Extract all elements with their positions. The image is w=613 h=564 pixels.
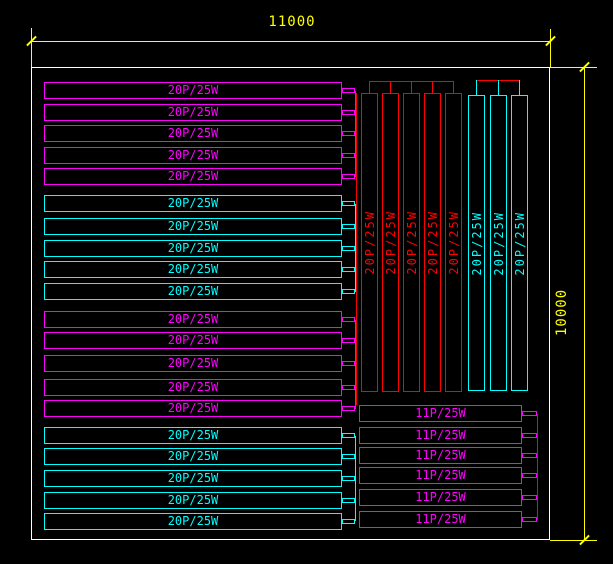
connector-stub <box>342 289 355 294</box>
panel-column-label: 20P/25W <box>363 210 377 275</box>
top-dimension-line <box>31 41 550 42</box>
connector-stub <box>522 495 537 500</box>
connector-stub <box>342 385 355 390</box>
connector-stub <box>522 473 537 478</box>
right-dimension-line <box>584 67 585 540</box>
panel-row-bar: 11P/25W <box>359 511 522 528</box>
string-bus-drop <box>369 81 370 93</box>
connector-stub <box>342 406 355 411</box>
connector-stub <box>342 361 355 366</box>
panel-row-bar: 20P/25W <box>44 492 342 509</box>
connector-stub <box>342 519 355 524</box>
panel-column-label: 20P/25W <box>405 210 419 275</box>
panel-row-bar: 20P/25W <box>44 379 342 396</box>
panel-row-bar: 20P/25W <box>44 427 342 444</box>
connector-stub <box>342 153 355 158</box>
connector-stub <box>342 267 355 272</box>
panel-row-bar: 20P/25W <box>44 355 342 372</box>
panel-row-bar: 20P/25W <box>44 82 342 99</box>
panel-row-bar: 11P/25W <box>359 489 522 506</box>
connector-stub <box>342 88 355 93</box>
connector-stub <box>342 174 355 179</box>
panel-column-bar: 20P/25W <box>490 95 507 391</box>
connector-stub <box>522 517 537 522</box>
panel-row-bar: 20P/25W <box>44 448 342 465</box>
string-bus-drop <box>432 81 433 93</box>
connector-stub <box>342 498 355 503</box>
top-dimension-label: 11000 <box>259 14 325 30</box>
right-dimension-label: 10000 <box>554 276 570 336</box>
connector-stub <box>342 110 355 115</box>
panel-column-label: 20P/25W <box>384 210 398 275</box>
connector-stub <box>522 453 537 458</box>
connector-stub <box>342 317 355 322</box>
panel-row-bar: 20P/25W <box>44 513 342 530</box>
connector-stub <box>342 433 355 438</box>
panel-row-bar: 11P/25W <box>359 467 522 484</box>
panel-row-bar: 20P/25W <box>44 400 342 417</box>
panel-column-label: 20P/25W <box>470 211 484 276</box>
panel-row-bar: 20P/25W <box>44 240 342 257</box>
panel-row-bar: 20P/25W <box>44 125 342 142</box>
connector-stub <box>342 131 355 136</box>
connector-stub <box>342 476 355 481</box>
string-bus-drop <box>476 80 477 95</box>
right-dimension-extension-bottom <box>550 540 597 541</box>
string-bus-drop <box>411 81 412 93</box>
panel-column-bar: 20P/25W <box>424 93 441 392</box>
connector-stub <box>342 338 355 343</box>
cad-drawing-canvas: 11000 10000 20P/25W 20P/25W 20P/25W 20P/25W… <box>0 0 613 564</box>
panel-row-bar: 20P/25W <box>44 261 342 278</box>
connector-stub <box>522 433 537 438</box>
panel-column-label: 20P/25W <box>426 210 440 275</box>
string-bus-drop <box>390 81 391 93</box>
panel-column-bar: 20P/25W <box>468 95 485 391</box>
panel-column-bar: 20P/25W <box>382 93 399 392</box>
panel-row-bar: 20P/25W <box>44 470 342 487</box>
panel-column-label: 20P/25W <box>447 210 461 275</box>
connector-stub <box>342 246 355 251</box>
panel-row-bar: 20P/25W <box>44 311 342 328</box>
bottom-group-rail <box>537 414 538 520</box>
right-dimension-extension-top <box>550 67 597 68</box>
panel-column-bar: 20P/25W <box>445 93 462 392</box>
connector-stub <box>342 201 355 206</box>
panel-column-bar: 20P/25W <box>511 95 528 391</box>
string-bus-drop <box>519 80 520 95</box>
string-bus-drop <box>453 81 454 93</box>
panel-row-bar: 11P/25W <box>359 405 522 422</box>
panel-column-label: 20P/25W <box>513 211 527 276</box>
panel-row-bar: 20P/25W <box>44 332 342 349</box>
group-connector-rail <box>355 436 356 522</box>
connector-stub <box>342 454 355 459</box>
top-dimension-extension-left <box>31 28 32 67</box>
connector-stub <box>342 224 355 229</box>
panel-row-bar: 20P/25W <box>44 218 342 235</box>
panel-column-bar: 20P/25W <box>403 93 420 392</box>
connector-stub <box>522 411 537 416</box>
panel-row-bar: 11P/25W <box>359 447 522 464</box>
string-bus-drop <box>498 80 499 95</box>
panel-row-bar: 20P/25W <box>44 283 342 300</box>
panel-row-bar: 11P/25W <box>359 427 522 444</box>
panel-row-bar: 20P/25W <box>44 195 342 212</box>
panel-row-bar: 20P/25W <box>44 104 342 121</box>
feeder-line <box>356 93 357 405</box>
panel-row-bar: 20P/25W <box>44 168 342 185</box>
panel-column-bar: 20P/25W <box>361 93 378 392</box>
top-dimension-extension-right <box>550 29 551 67</box>
panel-column-label: 20P/25W <box>492 211 506 276</box>
panel-row-bar: 20P/25W <box>44 147 342 164</box>
